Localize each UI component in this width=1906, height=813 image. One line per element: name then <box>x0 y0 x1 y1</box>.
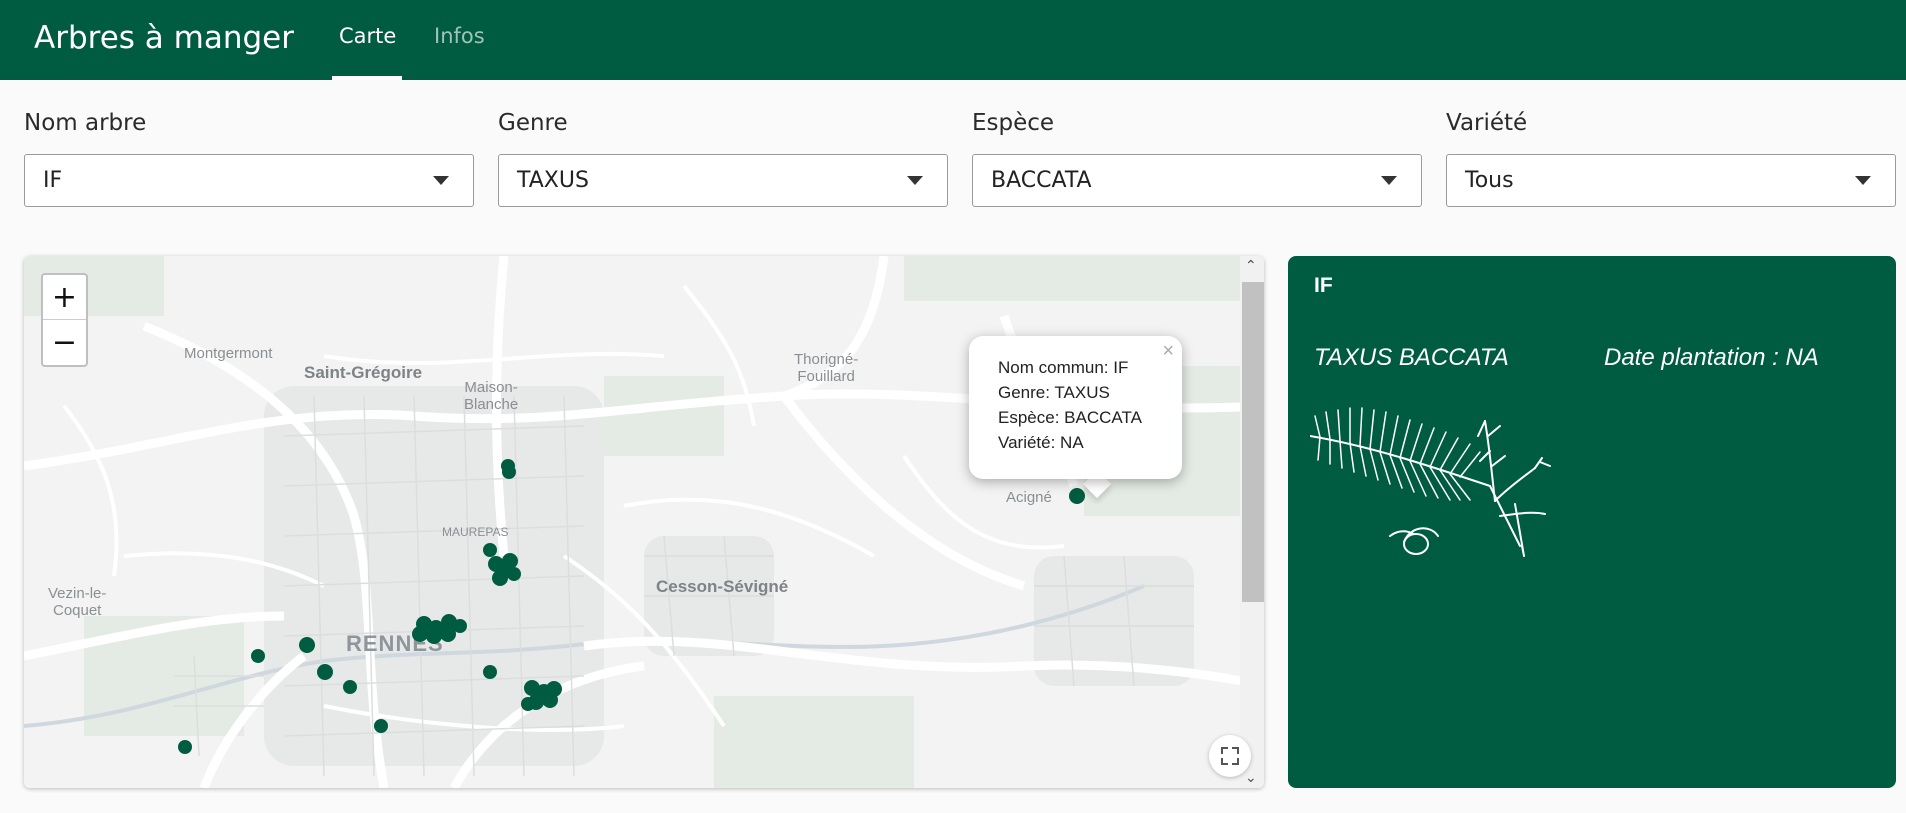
map-label-montgermont: Montgermont <box>184 345 273 362</box>
select-value: IF <box>43 168 63 193</box>
map-label-cesson-sevigne: Cesson-Sévigné <box>656 577 789 596</box>
zoom-out-button[interactable]: − <box>43 320 86 365</box>
tree-marker <box>343 680 357 694</box>
card-plantation-date: Date plantation : NA <box>1604 344 1819 371</box>
tree-marker <box>317 664 333 680</box>
popup-close-button[interactable]: × <box>1162 340 1174 363</box>
select-value: TAXUS <box>517 168 589 193</box>
caret-down-icon <box>433 176 449 185</box>
popup-variete: Variété: NA <box>998 433 1084 452</box>
zoom-control: + − <box>41 273 88 367</box>
tree-marker <box>521 697 535 711</box>
card-species: TAXUS BACCATA <box>1314 344 1509 371</box>
tree-marker <box>251 649 265 663</box>
map-label-maison-blanche: Maison- Blanche <box>464 379 519 413</box>
filter-label-espece: Espèce <box>972 110 1055 136</box>
tree-marker <box>412 626 428 642</box>
map-scrollbar[interactable]: ⌃ ⌄ <box>1240 256 1264 788</box>
tree-marker <box>483 543 497 557</box>
filter-label-nom-arbre: Nom arbre <box>24 110 147 136</box>
top-navbar: Arbres à manger Carte Infos <box>0 0 1906 80</box>
tree-info-card: IF TAXUS BACCATA Date plantation : NA <box>1288 256 1896 788</box>
tree-marker <box>299 637 315 653</box>
tree-popup: × Nom commun: IF Genre: TAXUS Espèce: BA… <box>969 336 1182 479</box>
select-genre[interactable]: TAXUS <box>498 154 948 207</box>
filter-label-genre: Genre <box>498 110 568 136</box>
tree-marker <box>178 740 192 754</box>
tree-marker <box>542 692 558 708</box>
tree-marker <box>440 626 456 642</box>
map-label-acigne: Acigné <box>1006 489 1052 506</box>
scroll-up-icon[interactable]: ⌃ <box>1245 258 1257 274</box>
caret-down-icon <box>907 176 923 185</box>
popup-espece: Espèce: BACCATA <box>998 408 1142 427</box>
popup-nom-commun: Nom commun: IF <box>998 358 1129 377</box>
select-variete[interactable]: Tous <box>1446 154 1896 207</box>
caret-down-icon <box>1855 176 1871 185</box>
caret-down-icon <box>1381 176 1397 185</box>
yew-branch-illustration <box>1310 407 1551 557</box>
scroll-down-icon[interactable]: ⌄ <box>1245 770 1257 786</box>
map-label-thorigne-fouillard: Thorigné- Fouillard <box>794 351 859 385</box>
map-label-vezin-le-coquet: Vezin-le- Coquet <box>48 585 107 619</box>
card-title: IF <box>1314 274 1333 297</box>
select-value: BACCATA <box>991 168 1092 193</box>
tab-carte[interactable]: Carte <box>339 24 396 48</box>
tree-marker <box>483 665 497 679</box>
filter-label-variete: Variété <box>1446 110 1528 136</box>
select-value: Tous <box>1465 168 1514 193</box>
tab-infos[interactable]: Infos <box>434 24 485 48</box>
app-title[interactable]: Arbres à manger <box>34 20 294 56</box>
zoom-in-button[interactable]: + <box>43 275 86 320</box>
tree-marker <box>502 465 516 479</box>
tree-marker <box>492 570 508 586</box>
tree-marker-selected <box>1069 488 1085 504</box>
active-tab-indicator <box>332 76 402 80</box>
expand-icon <box>1221 747 1239 765</box>
fullscreen-button[interactable] <box>1209 735 1251 777</box>
tree-marker <box>502 553 518 569</box>
tree-marker <box>507 567 521 581</box>
tree-marker <box>374 719 388 733</box>
map-label-saint-gregoire: Saint-Grégoire <box>304 363 423 382</box>
map[interactable]: Montgermont Saint-Grégoire Maison- Blanc… <box>24 256 1264 788</box>
select-nom-arbre[interactable]: IF <box>24 154 474 207</box>
select-espece[interactable]: BACCATA <box>972 154 1422 207</box>
map-label-maurepas: MAUREPAS <box>442 525 509 539</box>
tree-marker <box>426 628 442 644</box>
popup-genre: Genre: TAXUS <box>998 383 1110 402</box>
scrollbar-thumb[interactable] <box>1242 282 1264 602</box>
